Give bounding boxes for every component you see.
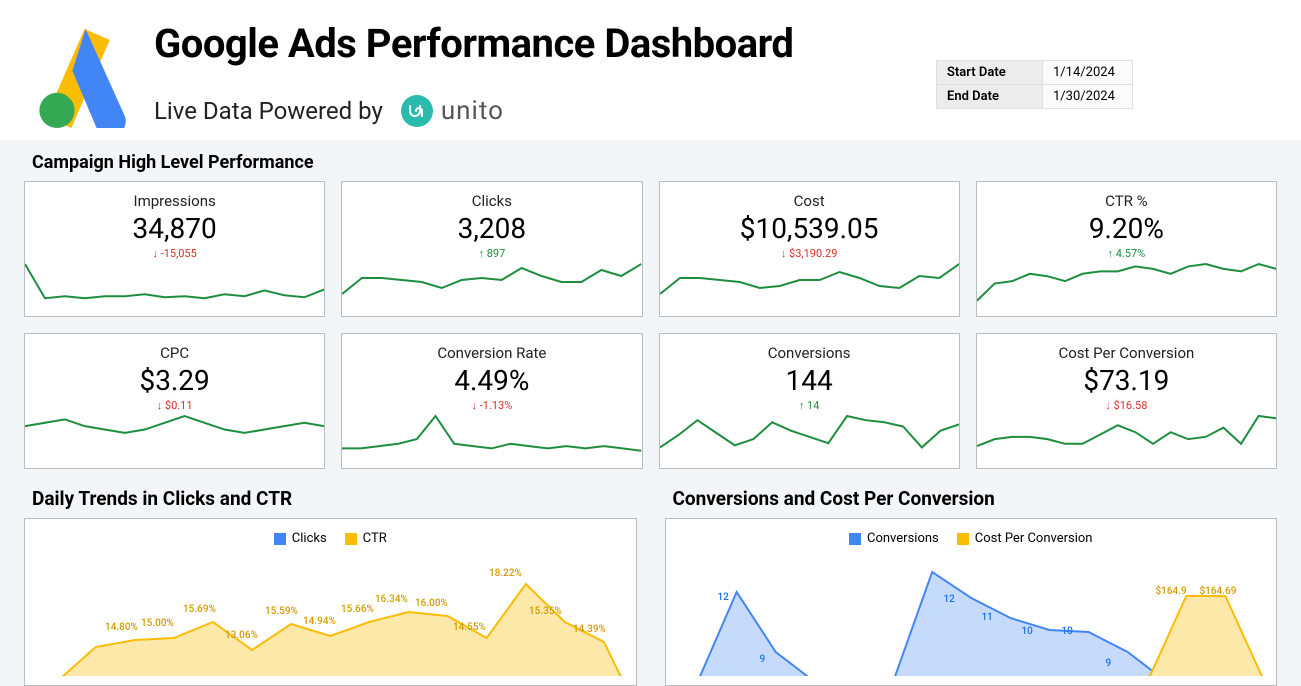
kpi-sparkline xyxy=(25,410,324,466)
chart-body-right: 12 9 12 11 10 10 9 $164.9 $164.69 xyxy=(666,552,1277,676)
unito-icon xyxy=(401,95,433,127)
ctr-label: 14.55% xyxy=(453,622,486,633)
kpi-value: 9.20% xyxy=(1089,212,1164,245)
kpi-sparkline xyxy=(342,410,641,466)
ctr-label: 16.00% xyxy=(415,598,448,609)
ctr-label: 13.06% xyxy=(225,630,258,641)
unito-text: unito xyxy=(441,96,504,126)
ctr-label: 14.94% xyxy=(303,616,336,627)
kpi-value: $10,539.05 xyxy=(740,212,879,245)
ctr-label: 18.22% xyxy=(489,568,522,579)
conv-label: 12 xyxy=(718,592,729,603)
kpi-label: Impressions xyxy=(133,192,215,210)
ctr-label: 15.00% xyxy=(141,618,174,629)
kpi-value: $3.29 xyxy=(139,364,209,397)
cpc-label: $164.69 xyxy=(1200,586,1237,597)
ctr-label: 16.34% xyxy=(375,594,408,605)
kpi-value: 3,208 xyxy=(458,212,526,245)
legend-clicks: Clicks xyxy=(274,531,327,546)
kpi-label: CPC xyxy=(160,344,189,362)
kpi-card: Conversions144↑ 14 xyxy=(659,333,960,469)
kpi-value: 4.49% xyxy=(454,364,529,397)
google-ads-logo-icon xyxy=(24,18,134,128)
kpi-sparkline xyxy=(25,258,324,314)
kpi-label: Cost xyxy=(794,192,825,210)
kpi-card: CTR %9.20%↑ 4.57% xyxy=(976,181,1277,317)
legend-cpc-label: Cost Per Conversion xyxy=(975,531,1093,546)
conv-label: 10 xyxy=(1022,626,1033,637)
legend-ctr: CTR xyxy=(345,531,387,546)
kpi-value: 144 xyxy=(786,364,833,397)
kpi-value: 34,870 xyxy=(133,212,217,245)
ctr-label: 14.80% xyxy=(105,622,138,633)
subtitle-prefix: Live Data Powered by xyxy=(154,97,383,125)
kpi-section-title: Campaign High Level Performance xyxy=(32,152,1301,173)
cpc-label: $164.9 xyxy=(1156,586,1187,597)
header: Google Ads Performance Dashboard Live Da… xyxy=(0,0,1301,140)
kpi-label: Clicks xyxy=(472,192,512,210)
conv-label: 9 xyxy=(1106,658,1112,669)
page-title: Google Ads Performance Dashboard xyxy=(154,20,793,67)
ctr-label: 15.59% xyxy=(265,606,298,617)
ctr-label: 15.35% xyxy=(529,606,562,617)
kpi-sparkline xyxy=(342,258,641,314)
start-date-value[interactable]: 1/14/2024 xyxy=(1043,61,1133,85)
kpi-value: $73.19 xyxy=(1083,364,1169,397)
legend-conversions-label: Conversions xyxy=(867,531,939,546)
kpi-label: CTR % xyxy=(1105,192,1147,210)
chart-title-left: Daily Trends in Clicks and CTR xyxy=(32,487,637,510)
kpi-label: Conversion Rate xyxy=(437,344,546,362)
ctr-label: 14.39% xyxy=(573,624,606,635)
conv-label: 10 xyxy=(1062,626,1073,637)
start-date-label: Start Date xyxy=(937,61,1043,85)
kpi-card: Clicks3,208↑ 897 xyxy=(341,181,642,317)
chart-body-left: 14.80% 15.00% 15.69% 13.06% 15.59% 14.94… xyxy=(25,552,636,676)
kpi-label: Cost Per Conversion xyxy=(1058,344,1194,362)
legend-swatch-blue xyxy=(849,533,861,545)
end-date-value[interactable]: 1/30/2024 xyxy=(1043,85,1133,109)
kpi-sparkline xyxy=(660,258,959,314)
clicks-ctr-chart: Clicks CTR 14.80% 15.00% 15.69% 13.06% 1… xyxy=(24,518,637,686)
kpi-grid: Impressions34,870↓ -15,055Clicks3,208↑ 8… xyxy=(0,181,1301,469)
kpi-label: Conversions xyxy=(768,344,851,362)
unito-logo: unito xyxy=(401,95,504,127)
kpi-card: CPC$3.29↓ $0.11 xyxy=(24,333,325,469)
kpi-sparkline xyxy=(977,258,1276,314)
legend-conversions: Conversions xyxy=(849,531,939,546)
end-date-label: End Date xyxy=(937,85,1043,109)
legend-cpc: Cost Per Conversion xyxy=(957,531,1093,546)
chart-title-right: Conversions and Cost Per Conversion xyxy=(673,487,1278,510)
conv-label: 11 xyxy=(982,612,993,623)
ctr-label: 15.69% xyxy=(183,604,216,615)
conv-label: 12 xyxy=(944,594,955,605)
kpi-card: Impressions34,870↓ -15,055 xyxy=(24,181,325,317)
legend-clicks-label: Clicks xyxy=(292,531,327,546)
date-range-table: Start Date 1/14/2024 End Date 1/30/2024 xyxy=(936,60,1133,109)
kpi-sparkline xyxy=(660,410,959,466)
kpi-card: Cost Per Conversion$73.19↓ $16.58 xyxy=(976,333,1277,469)
legend-swatch-yellow xyxy=(957,533,969,545)
ctr-label: 15.66% xyxy=(341,604,374,615)
kpi-sparkline xyxy=(977,410,1276,466)
legend-ctr-label: CTR xyxy=(363,531,387,546)
kpi-card: Conversion Rate4.49%↓ -1.13% xyxy=(341,333,642,469)
conv-label: 9 xyxy=(760,654,766,665)
conversions-chart: Conversions Cost Per Conversion 12 9 12 … xyxy=(665,518,1278,686)
legend-swatch-yellow xyxy=(345,533,357,545)
legend-swatch-blue xyxy=(274,533,286,545)
kpi-card: Cost$10,539.05↓ $3,190.29 xyxy=(659,181,960,317)
